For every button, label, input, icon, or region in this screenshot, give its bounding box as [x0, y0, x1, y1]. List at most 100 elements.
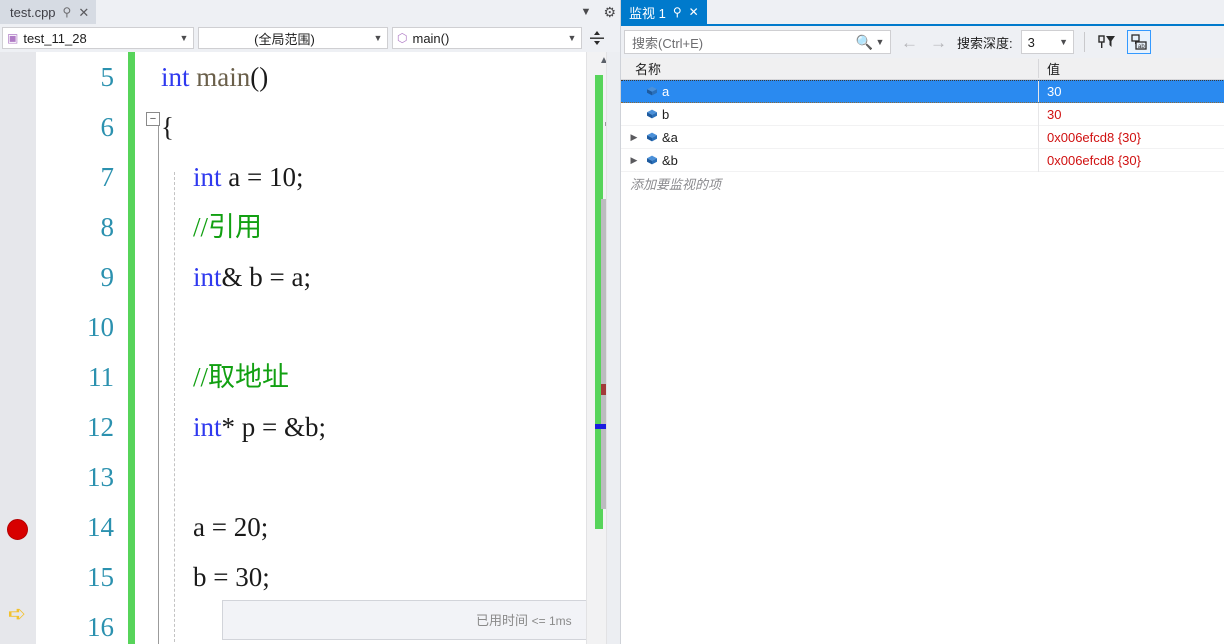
tab-watch-1[interactable]: 监视 1 ⚲ ✕: [621, 0, 707, 24]
code-token: 30: [235, 561, 263, 592]
chevron-down-icon[interactable]: ▼: [371, 33, 385, 43]
watch-variable-value[interactable]: 30: [1038, 102, 1224, 126]
code-token: ;: [260, 511, 269, 542]
code-token: * p = &b;: [221, 411, 326, 442]
line-change-bar: [128, 202, 135, 252]
watch-variable-value[interactable]: 30: [1038, 79, 1224, 103]
code-line[interactable]: 13: [36, 452, 586, 502]
code-text-area[interactable]: − 已用时间 <= 1ms 5 int main() 6{7 int a = 10; 8…: [36, 52, 586, 644]
watch-tabstrip: 监视 1 ⚲ ✕: [621, 0, 1224, 24]
watch-row-name-cell[interactable]: b: [621, 103, 1038, 126]
code-line[interactable]: 12 int* p = &b;: [36, 402, 586, 452]
code-token: //取地址: [193, 361, 290, 392]
navigation-bar: ▣ test_11_28 ▼ (全局范围) ▼ ⬡ main() ▼: [0, 24, 620, 52]
pin-filter-glyph: [1097, 35, 1115, 48]
gutter-gap: [135, 102, 145, 152]
watch-row[interactable]: ▶ &a 0x006efcd8 {30}: [621, 125, 1224, 149]
chevron-down-icon[interactable]: ▼: [1057, 37, 1071, 47]
add-watch-item-row[interactable]: 添加要监视的项: [621, 172, 1224, 195]
code-line[interactable]: 6{: [36, 102, 586, 152]
code-line[interactable]: 9 int& b = a;: [36, 252, 586, 302]
watch-variable-name: b: [662, 106, 670, 122]
breakpoint-dot-icon[interactable]: [7, 519, 28, 540]
watch-variable-name: &b: [662, 152, 678, 168]
watch-tab-label: 监视 1: [629, 5, 666, 21]
pin-icon[interactable]: ⚲: [673, 6, 682, 18]
code-line[interactable]: 11 //取地址: [36, 352, 586, 402]
gutter-gap: [135, 602, 145, 644]
line-change-bar: [128, 402, 135, 452]
watch-row-name-cell[interactable]: a: [621, 79, 1038, 103]
watch-variable-value[interactable]: 0x006efcd8 {30}: [1038, 125, 1224, 149]
tab-display-icon[interactable]: ab: [1126, 30, 1151, 54]
code-token: & b = a;: [221, 261, 311, 292]
code-line[interactable]: 14 a = 20;: [36, 502, 586, 552]
line-number: 6: [100, 111, 115, 142]
code-line[interactable]: 7 int a = 10;: [36, 152, 586, 202]
watch-row[interactable]: ▶ &b 0x006efcd8 {30}: [621, 148, 1224, 172]
chevron-down-icon[interactable]: ▼: [177, 33, 191, 43]
expand-triangle-icon[interactable]: ▶: [626, 155, 642, 165]
scope-dropdown-label: (全局范围): [254, 31, 315, 47]
breakpoint-margin[interactable]: ➪: [0, 52, 36, 644]
column-header-name[interactable]: 名称: [621, 59, 1038, 78]
project-dropdown[interactable]: ▣ test_11_28 ▼: [2, 27, 194, 49]
code-line[interactable]: 8 //引用: [36, 202, 586, 252]
gutter-gap: [135, 502, 145, 552]
search-depth-dropdown[interactable]: 3 ▼: [1020, 30, 1074, 54]
line-number: 7: [100, 161, 115, 192]
code-line-text: a = 20;: [145, 511, 269, 542]
expand-triangle-icon[interactable]: ▶: [626, 132, 642, 142]
watch-row[interactable]: a 30: [621, 79, 1224, 103]
code-token: (): [250, 61, 269, 92]
line-number: 9: [100, 261, 115, 292]
code-token: a =: [221, 161, 269, 192]
chevron-down-icon[interactable]: ▼: [565, 33, 579, 43]
code-line-text: {: [145, 113, 174, 141]
code-line-text: int* p = &b;: [145, 411, 326, 442]
code-line[interactable]: 5 int main(): [36, 52, 586, 102]
code-token: int: [193, 161, 222, 192]
code-token: 10: [268, 161, 296, 192]
watch-row[interactable]: b 30: [621, 102, 1224, 126]
watch-row-name-cell[interactable]: ▶ &b: [621, 149, 1038, 172]
watch-row-name-cell[interactable]: ▶ &a: [621, 126, 1038, 149]
code-token: main: [196, 61, 251, 92]
scope-dropdown[interactable]: (全局范围) ▼: [198, 27, 388, 49]
code-line[interactable]: 15 b = 30;: [36, 552, 586, 602]
chevron-down-icon[interactable]: ▼: [873, 37, 887, 47]
search-input[interactable]: 搜索(Ctrl+E) 🔍 ▼: [624, 30, 891, 54]
column-header-value[interactable]: 值: [1038, 59, 1224, 78]
code-token: int: [161, 61, 190, 92]
toolbar-separator: [1083, 32, 1085, 52]
gear-icon[interactable]: ⚙: [603, 5, 616, 19]
line-number: 11: [88, 361, 114, 392]
function-dropdown-label: main(): [412, 30, 450, 46]
function-dropdown[interactable]: ⬡ main() ▼: [392, 27, 582, 49]
pin-filter-icon[interactable]: [1095, 30, 1119, 54]
watch-variables-grid[interactable]: 名称 值 a 30 b 30 ▶ &a 0x006efcd8 {30} ▶ &b 0x006efc…: [621, 58, 1224, 644]
code-line[interactable]: 10: [36, 302, 586, 352]
line-change-bar: [128, 552, 135, 602]
code-token: ;: [262, 561, 270, 592]
document-tab-test-cpp[interactable]: test.cpp ⚲ ✕: [0, 0, 97, 24]
gutter-gap: [135, 52, 145, 102]
chevron-down-icon[interactable]: ▼: [581, 6, 592, 18]
watch-window-pane: 监视 1 ⚲ ✕ 搜索(Ctrl+E) 🔍 ▼ ← → 搜索深度: 3 ▼ ab…: [620, 0, 1224, 644]
watch-variable-value[interactable]: 0x006efcd8 {30}: [1038, 148, 1224, 172]
arrow-left-icon[interactable]: ←: [899, 34, 920, 51]
close-icon[interactable]: ✕: [689, 6, 699, 18]
search-magnifier-icon[interactable]: 🔍: [856, 35, 873, 49]
code-line[interactable]: 16: [36, 602, 586, 644]
close-icon[interactable]: ✕: [78, 6, 89, 19]
split-window-icon[interactable]: [586, 27, 608, 49]
line-change-bar: [128, 302, 135, 352]
split-window-glyph: [590, 31, 604, 45]
editor-outer-rail: [606, 52, 620, 644]
arrow-right-icon[interactable]: →: [928, 34, 949, 51]
visual-studio-window: test.cpp ⚲ ✕ ▼ ⚙ ▣ test_11_28 ▼ (全局范围) ▼…: [0, 0, 1224, 644]
method-cube-icon: ⬡: [397, 31, 408, 45]
pin-icon[interactable]: ⚲: [63, 6, 72, 18]
watch-rows-container: a 30 b 30 ▶ &a 0x006efcd8 {30} ▶ &b 0x006efcd8 {3…: [621, 79, 1224, 172]
code-token: int: [193, 411, 222, 442]
